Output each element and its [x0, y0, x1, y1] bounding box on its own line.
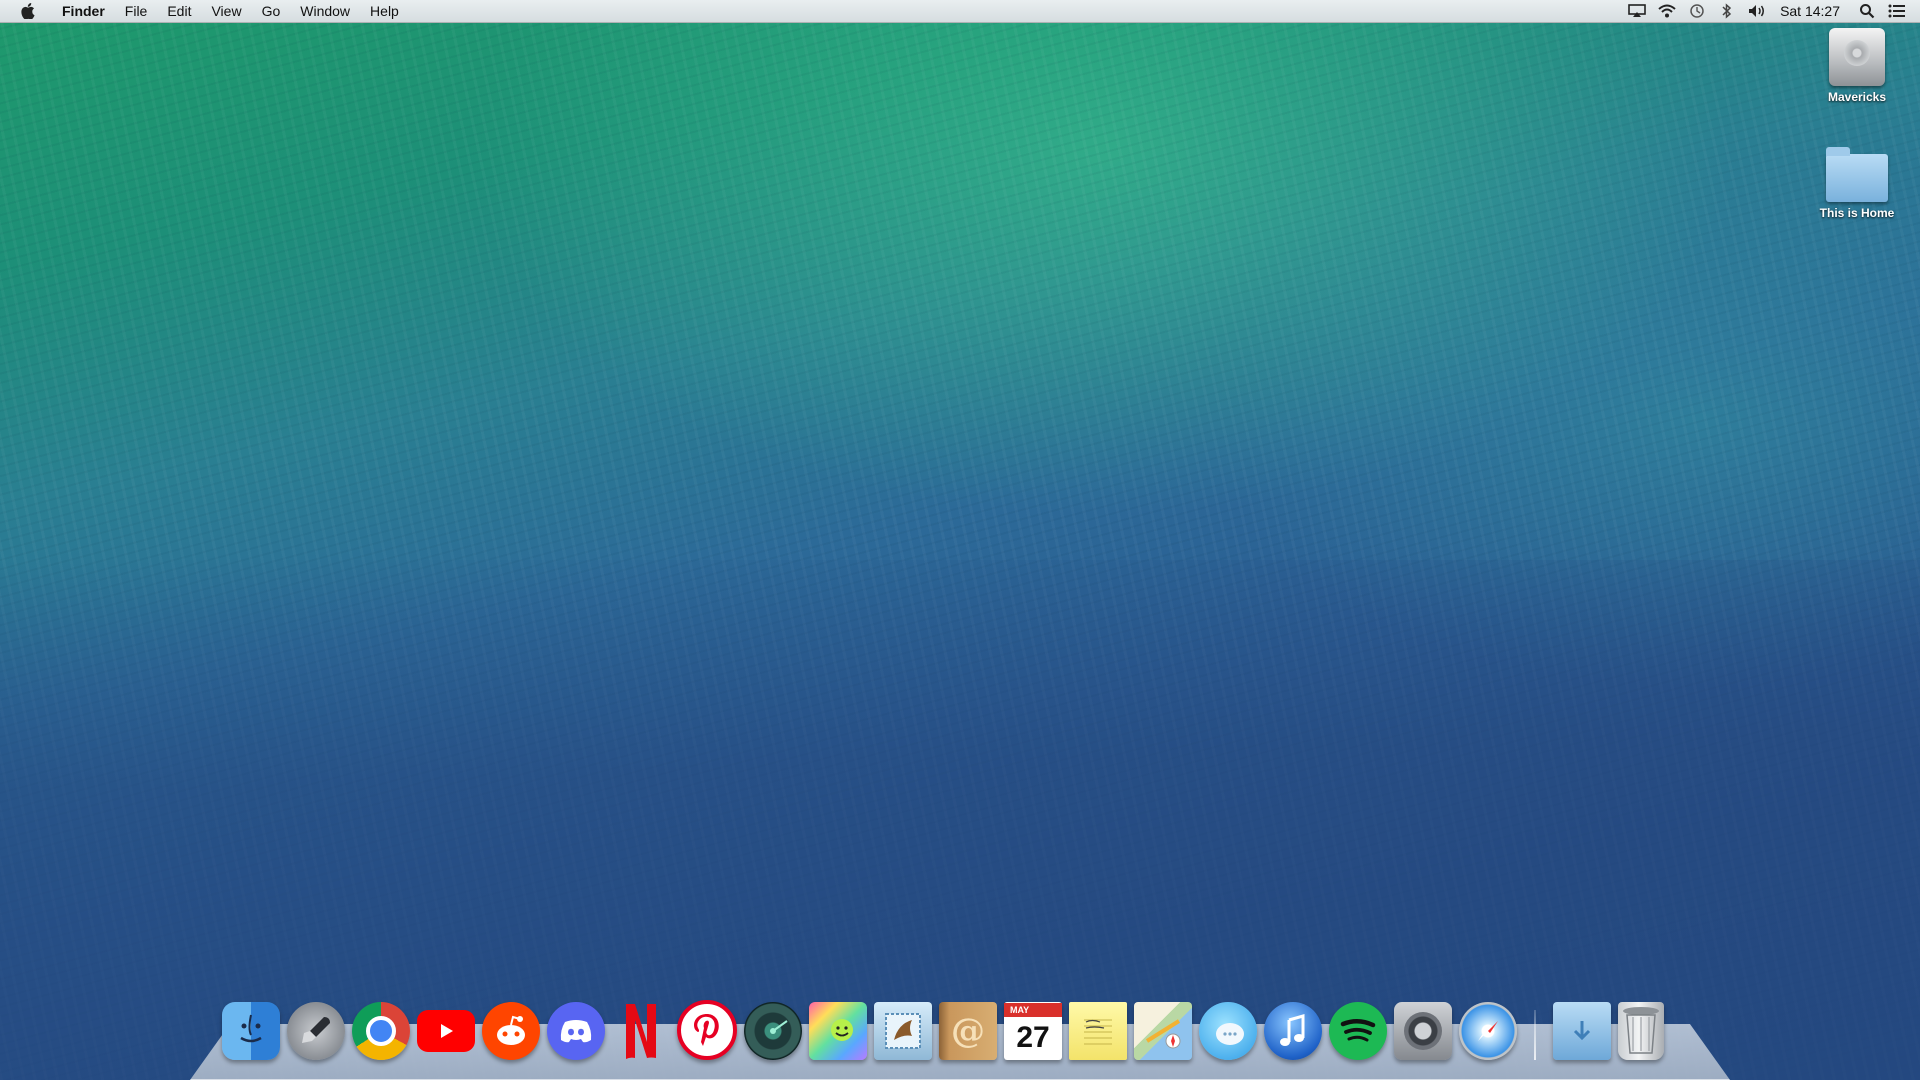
bluetooth-icon[interactable] [1712, 0, 1742, 22]
desktop-icon-home-folder[interactable]: This is Home [1807, 147, 1907, 220]
maps-icon[interactable] [1134, 1002, 1192, 1060]
finder-icon[interactable] [222, 1002, 280, 1060]
airplay-icon[interactable] [1622, 0, 1652, 22]
discord-icon[interactable] [547, 1002, 605, 1060]
desktop-icon-label: Mavericks [1827, 90, 1887, 104]
volume-icon[interactable] [1742, 0, 1772, 22]
menu-clock[interactable]: Sat 14:27 [1772, 3, 1852, 19]
colors-icon[interactable] [809, 1002, 867, 1060]
netflix-icon[interactable] [612, 1002, 670, 1060]
dock-separator [1534, 1010, 1536, 1060]
safari-icon[interactable] [1459, 1002, 1517, 1060]
pinterest-icon[interactable] [677, 1000, 737, 1060]
youtube-icon[interactable] [417, 1002, 475, 1060]
chrome-icon[interactable] [352, 1002, 410, 1060]
apple-menu-icon[interactable] [18, 0, 38, 22]
calendar-month: MAY [1004, 1003, 1062, 1017]
trash-icon[interactable] [1618, 1002, 1664, 1060]
contacts-glyph: @ [951, 1011, 985, 1051]
calendar-day: 27 [1016, 1021, 1050, 1054]
downloads-icon[interactable] [1553, 1002, 1611, 1060]
wifi-icon[interactable] [1652, 0, 1682, 22]
hard-drive-icon [1829, 28, 1885, 86]
menu-window[interactable]: Window [290, 0, 360, 22]
menu-go[interactable]: Go [252, 0, 291, 22]
status-area: Sat 14:27 [1622, 0, 1920, 22]
radar-icon[interactable] [744, 1002, 802, 1060]
reddit-icon[interactable] [482, 1002, 540, 1060]
system-preferences-icon[interactable] [1394, 1002, 1452, 1060]
notes-icon[interactable] [1069, 1002, 1127, 1060]
contacts-icon[interactable]: @ [939, 1002, 997, 1060]
menu-file[interactable]: File [115, 0, 158, 22]
mail-icon[interactable] [874, 1002, 932, 1060]
messages-icon[interactable] [1199, 1002, 1257, 1060]
time-machine-icon[interactable] [1682, 0, 1712, 22]
calendar-icon[interactable]: MAY 27 [1004, 1002, 1062, 1060]
spotlight-icon[interactable] [1852, 0, 1882, 22]
folder-icon [1826, 147, 1888, 202]
itunes-icon[interactable] [1264, 1002, 1322, 1060]
app-menu-finder[interactable]: Finder [52, 0, 115, 22]
menu-view[interactable]: View [201, 0, 251, 22]
gear-icon [1404, 1012, 1442, 1050]
spotify-icon[interactable] [1329, 1002, 1387, 1060]
notification-center-icon[interactable] [1882, 0, 1912, 22]
menu-edit[interactable]: Edit [157, 0, 201, 22]
menu-help[interactable]: Help [360, 0, 409, 22]
launchpad-icon[interactable] [287, 1002, 345, 1060]
dock: @ MAY 27 [222, 1000, 1664, 1060]
desktop-icon-label: This is Home [1819, 206, 1895, 220]
menu-bar: Finder File Edit View Go Window Help Sat… [0, 0, 1920, 23]
desktop-icon-mavericks[interactable]: Mavericks [1807, 28, 1907, 104]
